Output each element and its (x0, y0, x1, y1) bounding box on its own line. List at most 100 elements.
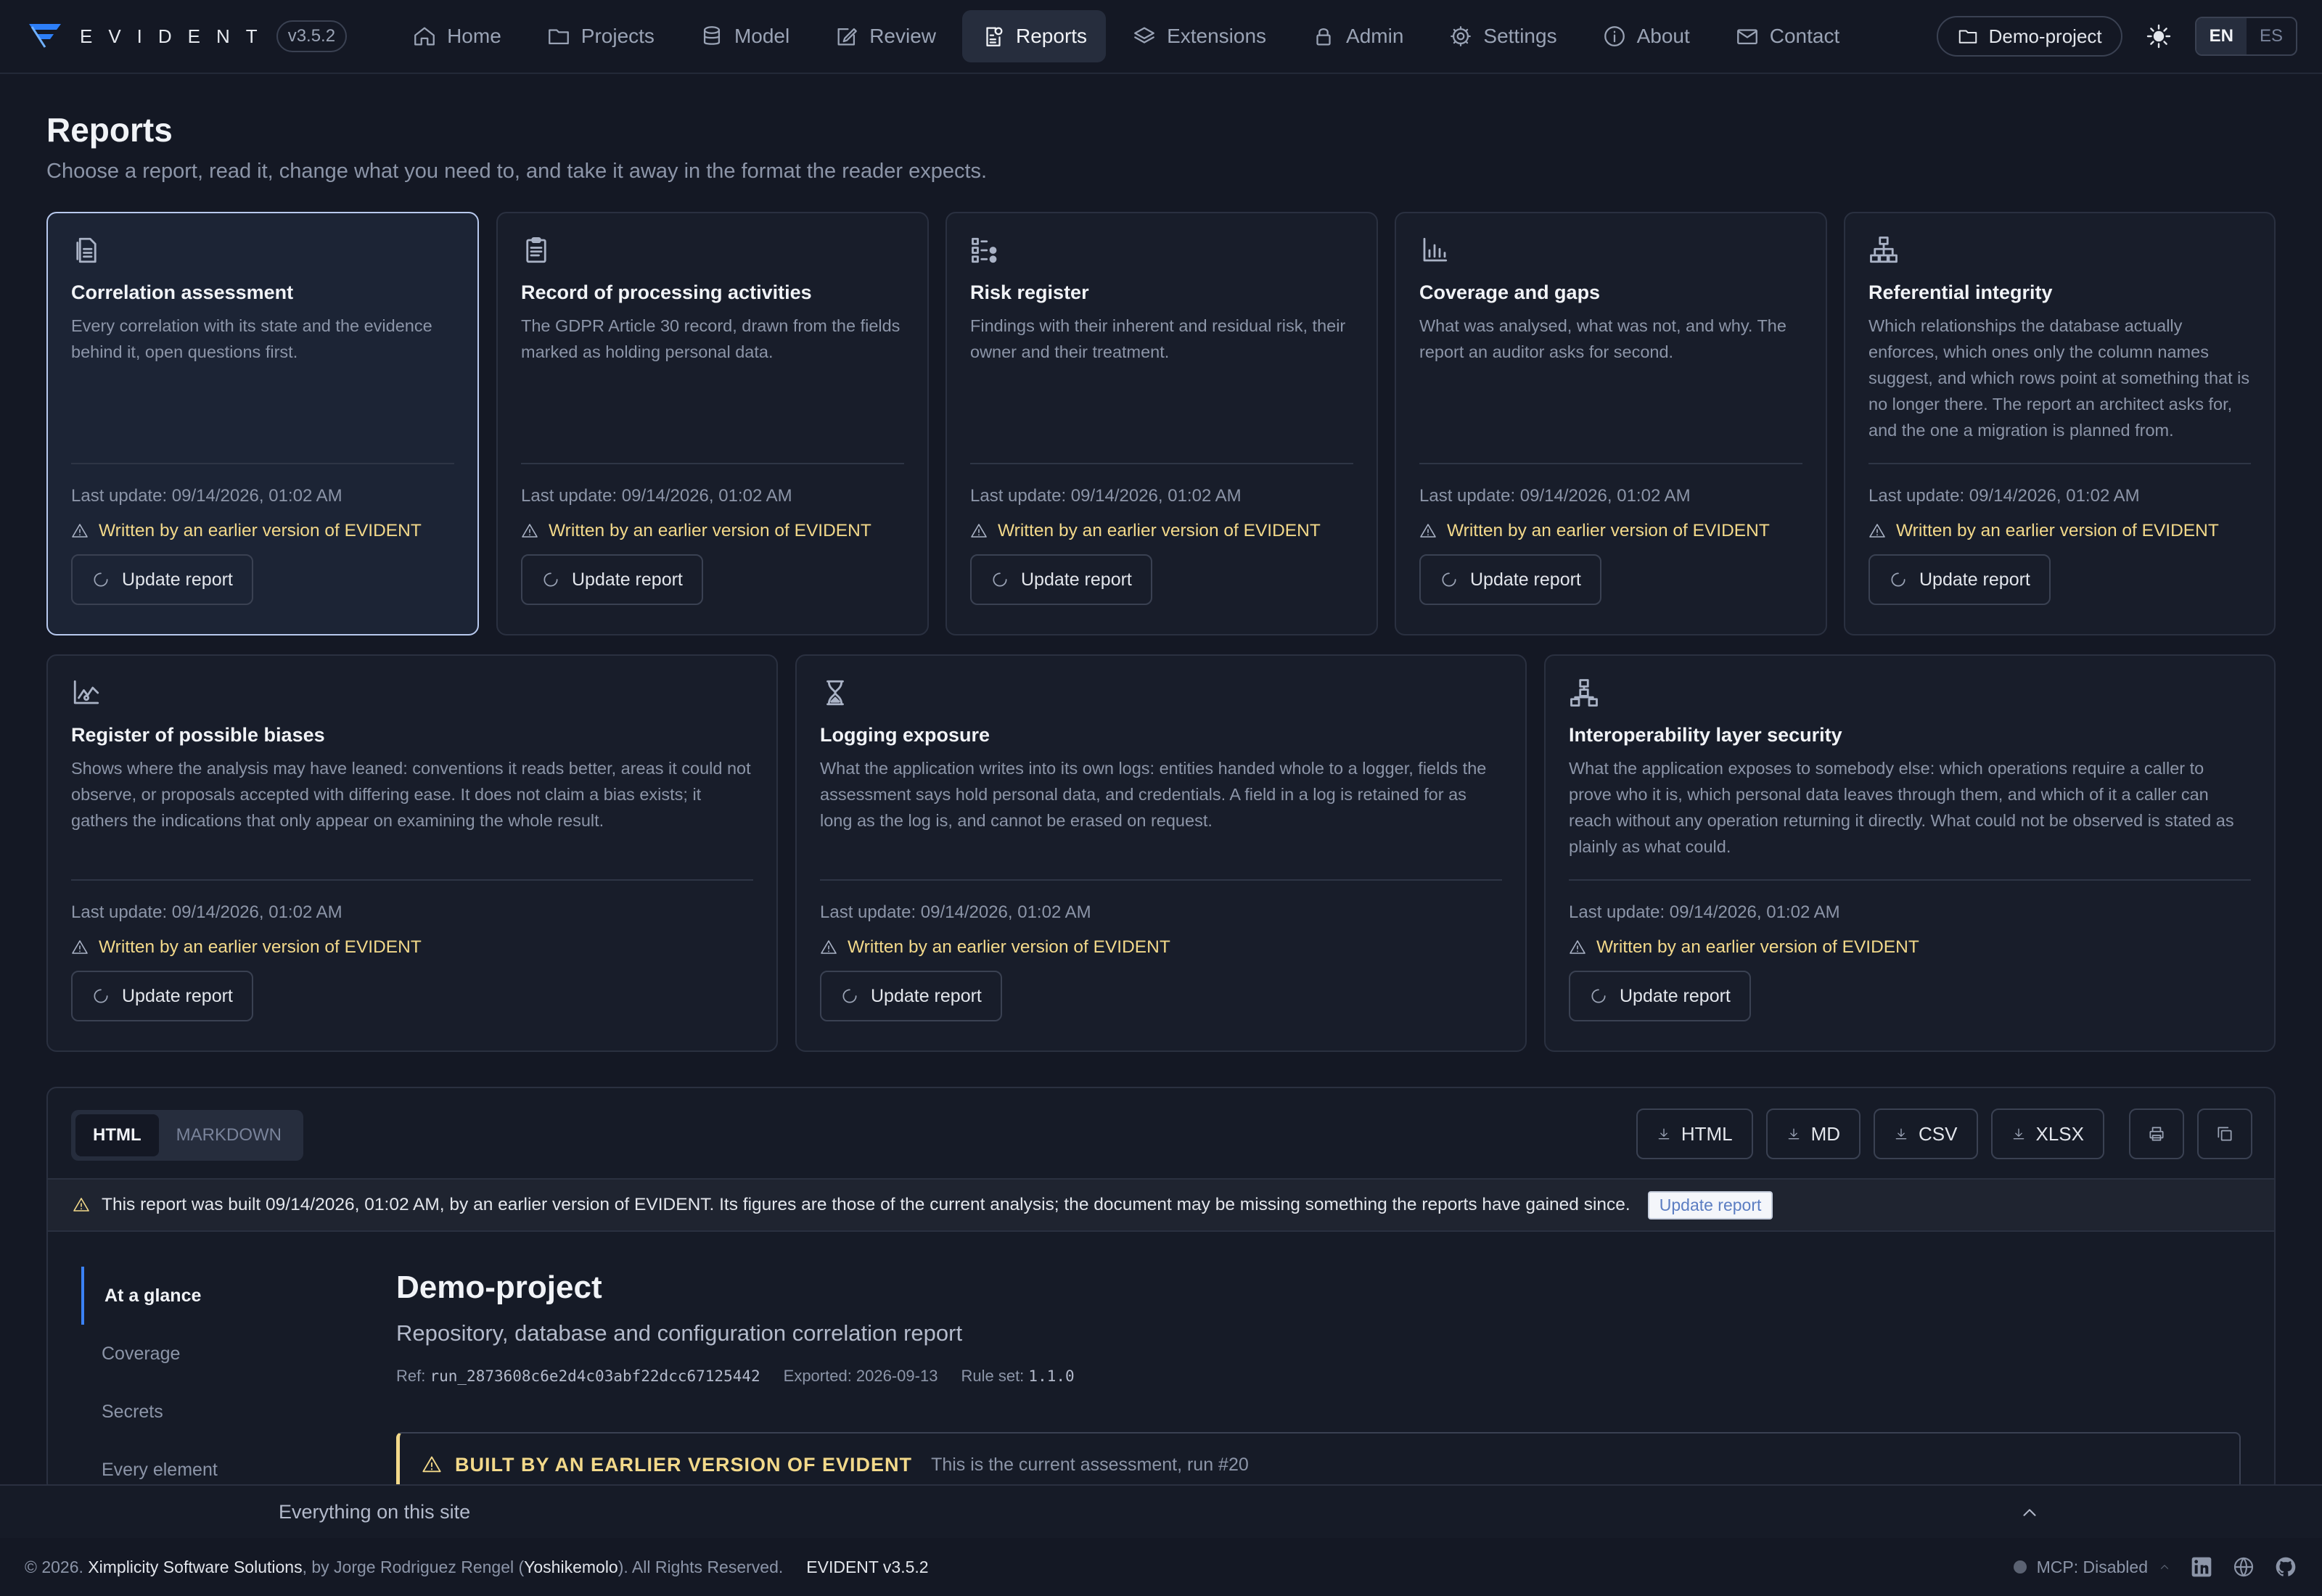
format-html-tab[interactable]: HTML (75, 1114, 159, 1156)
button-label: CSV (1919, 1122, 1958, 1145)
print-icon (2149, 1127, 2164, 1141)
folder-icon (548, 29, 569, 45)
update-report-button[interactable]: Update report (71, 554, 253, 605)
gear-icon (1451, 26, 1472, 46)
top-bar: EVIDENT v3.5.2 Home Projects Model Revie… (0, 0, 2322, 74)
button-label: Update report (122, 569, 233, 590)
nav-item-model[interactable]: Model (681, 10, 808, 62)
version-warning: Written by an earlier version of EVIDENT (1419, 521, 1802, 541)
button-label: XLSX (2035, 1122, 2085, 1145)
chevron-up-icon[interactable] (2019, 1502, 2040, 1523)
company-link[interactable]: Ximplicity Software Solutions (88, 1558, 302, 1577)
nav-item-home[interactable]: Home (393, 10, 520, 62)
warning-text: Written by an earlier version of EVIDENT (1896, 521, 2219, 540)
lang-en-button[interactable]: EN (2196, 18, 2247, 54)
toc-item-coverage[interactable]: Coverage (81, 1325, 372, 1383)
network-icon (1570, 679, 1598, 707)
globe-icon[interactable] (2232, 1555, 2255, 1579)
refresh-icon (993, 572, 1007, 587)
drawer-label: Everything on this site (279, 1500, 471, 1523)
nav-item-settings[interactable]: Settings (1429, 10, 1575, 62)
clipboard-icon (526, 236, 546, 263)
project-selector[interactable]: Demo-project (1936, 16, 2122, 57)
theme-toggle[interactable] (2138, 16, 2179, 57)
lang-es-button[interactable]: ES (2247, 18, 2296, 54)
button-label: Update report (1470, 569, 1581, 590)
card-footer: Last update: 09/14/2026, 01:02 AM Writte… (1419, 463, 1802, 605)
version-warning: Written by an earlier version of EVIDENT (71, 521, 454, 541)
report-card-logging-exposure[interactable]: Logging exposure What the application wr… (795, 654, 1527, 1052)
report-viewer: HTML MARKDOWN HTML MD CSV XLSX This repo… (46, 1087, 2276, 1493)
download-icon (1895, 1128, 1907, 1140)
download-icon (1788, 1128, 1799, 1140)
lock-icon (1316, 28, 1331, 46)
download-icon (2013, 1128, 2024, 1140)
card-footer: Last update: 09/14/2026, 01:02 AM Writte… (820, 879, 1502, 1021)
warning-icon (1869, 524, 1885, 538)
copy-button[interactable] (2197, 1108, 2252, 1159)
nav-item-extensions[interactable]: Extensions (1113, 10, 1285, 62)
nav-item-contact[interactable]: Contact (1716, 10, 1859, 62)
print-button[interactable] (2129, 1108, 2184, 1159)
evident-logo-icon (29, 24, 61, 48)
ref-value: run_2873608c6e2d4c03abf22dcc67125442 (430, 1367, 760, 1385)
chevron-up-icon (2160, 1565, 2169, 1569)
update-report-button[interactable]: Update report (1868, 554, 2051, 605)
last-update: Last update: 09/14/2026, 01:02 AM (71, 902, 342, 922)
mcp-status[interactable]: MCP: Disabled (2013, 1558, 2171, 1577)
update-report-button[interactable]: Update report (1419, 554, 1601, 605)
banner-update-report-button[interactable]: Update report (1647, 1190, 1773, 1219)
update-report-button[interactable]: Update report (820, 971, 1002, 1021)
report-card-correlation-assessment[interactable]: Correlation assessment Every correlation… (46, 212, 479, 635)
card-footer: Last update: 09/14/2026, 01:02 AM Writte… (71, 879, 753, 1021)
card-title: Risk register (970, 281, 1089, 303)
download-md-button[interactable]: MD (1765, 1108, 1861, 1159)
download-csv-button[interactable]: CSV (1874, 1108, 1978, 1159)
brand[interactable]: EVIDENT v3.5.2 (25, 18, 348, 54)
page-title: Reports (46, 111, 173, 149)
warning-text: Written by an earlier version of EVIDENT (848, 937, 1170, 957)
document-icon (76, 237, 97, 263)
report-card-risk-register[interactable]: Risk register Findings with their inhere… (945, 212, 1378, 635)
update-report-button[interactable]: Update report (521, 554, 703, 605)
toc-item-at-a-glance[interactable]: At a glance (81, 1267, 372, 1325)
edit-icon (837, 28, 858, 46)
download-html-button[interactable]: HTML (1636, 1108, 1753, 1159)
ref-meta: Ref: run_2873608c6e2d4c03abf22dcc6712544… (396, 1367, 760, 1386)
card-title: Coverage and gaps (1419, 281, 1601, 303)
divider (71, 879, 753, 881)
nav-label: Review (869, 25, 937, 47)
nav-item-review[interactable]: Review (816, 10, 955, 62)
nav-item-projects[interactable]: Projects (528, 10, 673, 62)
report-card-record-of-processing[interactable]: Record of processing activities The GDPR… (496, 212, 929, 635)
linkedin-icon[interactable] (2190, 1555, 2213, 1579)
format-markdown-tab[interactable]: MARKDOWN (159, 1114, 299, 1156)
toc-item-secrets[interactable]: Secrets (81, 1383, 372, 1441)
callout-title: BUILT BY AN EARLIER VERSION OF EVIDENT (455, 1453, 913, 1476)
warning-icon (72, 524, 88, 538)
github-icon[interactable] (2274, 1555, 2297, 1579)
update-report-button[interactable]: Update report (1569, 971, 1751, 1021)
report-card-referential-integrity[interactable]: Referential integrity Which relationship… (1844, 212, 2276, 635)
trend-chart-icon (73, 680, 99, 704)
card-title: Logging exposure (820, 724, 990, 746)
site-map-drawer[interactable]: Everything on this site (0, 1484, 2322, 1538)
version-warning: Written by an earlier version of EVIDENT (970, 521, 1353, 541)
last-update: Last update: 09/14/2026, 01:02 AM (820, 902, 1091, 922)
nav-item-admin[interactable]: Admin (1292, 10, 1422, 62)
report-card-interoperability-security[interactable]: Interoperability layer security What the… (1544, 654, 2276, 1052)
card-title: Record of processing activities (521, 281, 812, 303)
report-card-coverage-and-gaps[interactable]: Coverage and gaps What was analysed, wha… (1395, 212, 1827, 635)
download-xlsx-button[interactable]: XLSX (1990, 1108, 2104, 1159)
bar-chart-icon (1423, 237, 1448, 262)
card-footer: Last update: 09/14/2026, 01:02 AM Writte… (1569, 879, 2251, 1021)
report-card-possible-biases[interactable]: Register of possible biases Shows where … (46, 654, 778, 1052)
update-report-button[interactable]: Update report (970, 554, 1152, 605)
author-handle-link[interactable]: Yoshikemolo (524, 1558, 618, 1577)
nav-item-about[interactable]: About (1583, 10, 1709, 62)
nav-item-reports[interactable]: Reports (962, 10, 1107, 62)
update-report-button[interactable]: Update report (71, 971, 253, 1021)
refresh-icon (842, 989, 857, 1003)
ruleset-meta: Rule set: 1.1.0 (961, 1367, 1074, 1386)
button-label: Update report (1021, 569, 1132, 590)
